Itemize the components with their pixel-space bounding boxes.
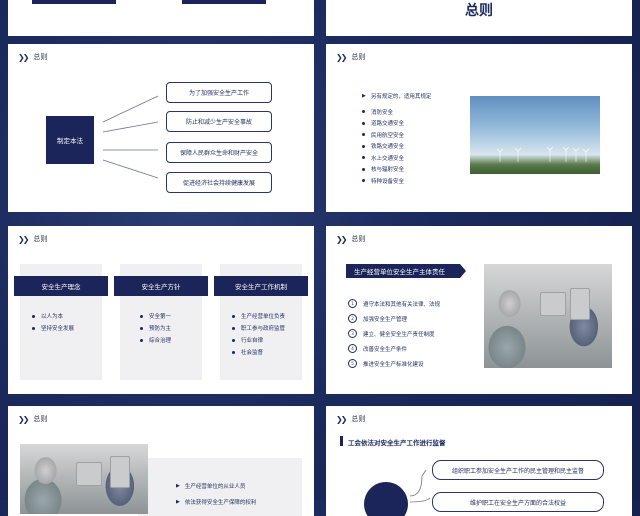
card-title: 安全生产理念 (14, 276, 108, 296)
chevron-icon: ❯❯ (336, 234, 347, 244)
turbines-icon (496, 146, 590, 162)
card-title: 安全生产方针 (114, 276, 208, 296)
union-item-2: 维护职工在安全生产方面的合法权益 (432, 492, 604, 512)
list-item: 预防为主 (140, 322, 171, 334)
list-item: 5 推进安全生产标准化建设 (348, 356, 440, 371)
list-item: 生产经营单位负责 (232, 310, 285, 322)
workers-list: ▶ 生产经营单位的从业人员 ▶ 依法获得安全生产保障的权利 (176, 478, 256, 510)
list-item: 铁路交通安全 (362, 141, 404, 153)
slide-top-left[interactable] (8, 0, 314, 36)
slide-header: ❯❯ 总则 (336, 52, 365, 62)
law-item-4: 促进经济社会持续健康发展 (166, 172, 272, 193)
other-intro: ▶ 另有规定的，适用其规定 (362, 92, 431, 100)
section-label: 总则 (33, 235, 48, 243)
navy-block-left (32, 0, 116, 4)
section-label: 总则 (351, 53, 366, 61)
list-item: 4 改善安全生产条件 (348, 341, 440, 356)
list-item: 消防安全 (362, 106, 404, 118)
slide-top-right[interactable]: 总则 (326, 0, 632, 36)
slide-header: ❯❯ 总则 (336, 234, 365, 244)
responsibility-tag: 生产经营单位安全生产主体责任 (346, 264, 466, 278)
slide-law-purpose[interactable]: ❯❯ 总则 制定本法 为了加强安全生产工作 防止和减少生产安全事故 保障人民群众… (8, 44, 314, 212)
union-item-1: 组织职工参加安全生产工作的民主管理和民主监督 (432, 460, 604, 480)
list-item: 行业自律 (232, 334, 285, 346)
chevron-icon: ❯❯ (18, 414, 29, 424)
list-item: 职工参与政府监管 (232, 322, 285, 334)
law-item-2: 防止和减少生产安全事故 (166, 111, 272, 132)
slide-header: ❯❯ 总则 (18, 234, 47, 244)
section-label: 总则 (351, 235, 366, 243)
card-title: 安全生产工作机制 (214, 276, 308, 296)
list-item: ▶ 依法获得安全生产保障的权利 (176, 499, 257, 506)
other-intro-text: 另有规定的，适用其规定 (370, 94, 432, 100)
list-item: 2 加强安全生产管理 (348, 311, 440, 326)
other-list: 消防安全 道路交通安全 民用航空安全 铁路交通安全 水上交通安全 核与辐射安全 … (362, 106, 404, 187)
law-item-3: 保障人民群众生命和财产安全 (166, 142, 272, 163)
list-item: 1 遵守本法和其他有关法律、法规 (348, 296, 440, 311)
list-item: 特种设备安全 (362, 175, 404, 187)
list-item: 以人为本 (32, 310, 74, 322)
list-item: 核与辐射安全 (362, 164, 404, 176)
list-item: 坚持安全发展 (32, 322, 74, 334)
wind-turbine-image (470, 96, 600, 174)
card-list: 以人为本 坚持安全发展 (32, 310, 74, 334)
list-item: 安全第一 (140, 310, 171, 322)
slide-other-rules[interactable]: ❯❯ 总则 ▶ 另有规定的，适用其规定 消防安全 道路交通安全 民用航空安全 铁… (326, 44, 632, 212)
card-list: 安全第一 预防为主 综合治理 (140, 310, 171, 346)
list-item: 3 建立、健全安全生产责任制度 (348, 326, 440, 341)
section-label: 总则 (33, 415, 48, 423)
factory-workers-image (484, 264, 612, 368)
factory-workers-image (20, 444, 148, 514)
slide-principles[interactable]: ❯❯ 总则 安全生产理念 以人为本 坚持安全发展 安全生产方针 安全第一 预防为… (8, 226, 314, 394)
list-item: ▶ 生产经营单位的从业人员 (176, 483, 246, 490)
list-item: 民用航空安全 (362, 129, 404, 141)
arrow-icon: ▶ (362, 93, 366, 99)
law-item-1: 为了加强安全生产工作 (166, 82, 272, 103)
list-item: 道路交通安全 (362, 118, 404, 130)
chevron-icon: ❯❯ (336, 52, 347, 62)
slide-title: 总则 (465, 3, 493, 19)
card-list: 生产经营单位负责 职工参与政府监管 行业自律 社会监督 (232, 310, 285, 358)
slide-header: ❯❯ 总则 (18, 414, 47, 424)
navy-block-right (182, 0, 266, 4)
slide-responsibility[interactable]: ❯❯ 总则 生产经营单位安全生产主体责任 1 遵守本法和其他有关法律、法规 2 加强… (326, 226, 632, 394)
list-item: 社会监督 (232, 346, 285, 358)
list-item: 综合治理 (140, 334, 171, 346)
chevron-icon: ❯❯ (18, 234, 29, 244)
resp-list: 1 遵守本法和其他有关法律、法规 2 加强安全生产管理 3 建立、健全安全生产责任制度… (348, 296, 440, 371)
list-item: 水上交通安全 (362, 152, 404, 164)
